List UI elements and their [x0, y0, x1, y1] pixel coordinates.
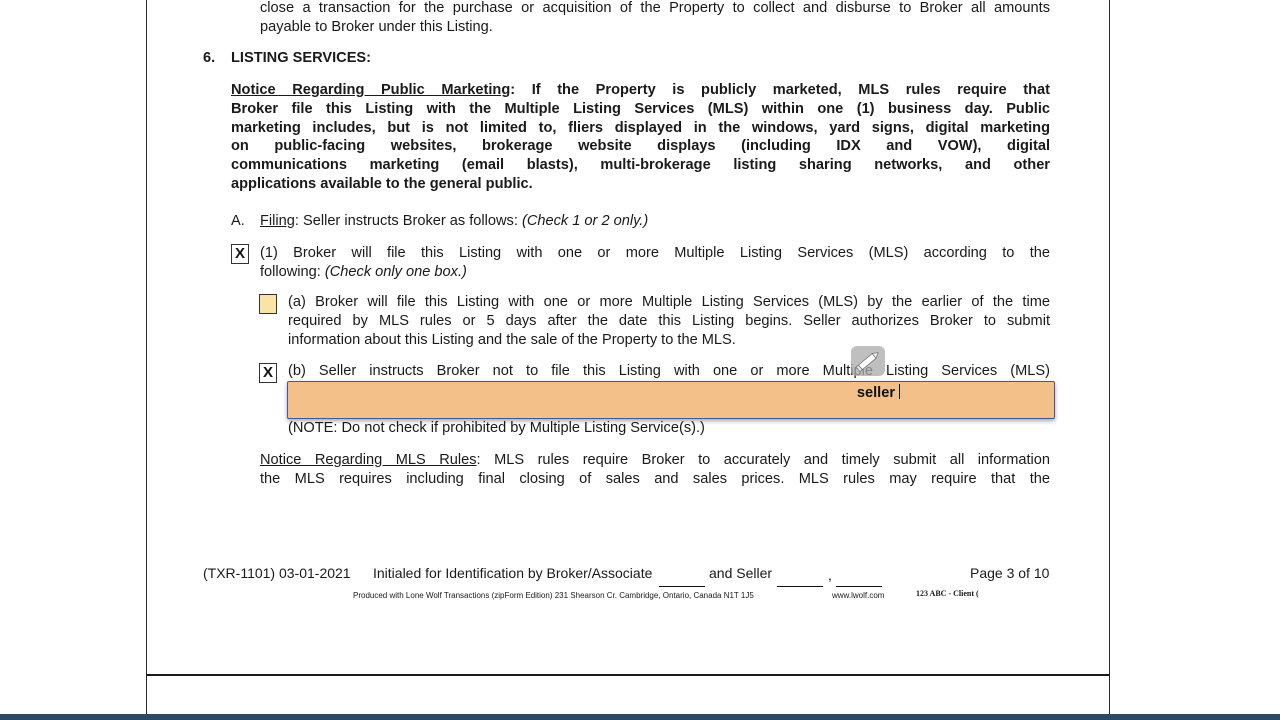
text-line: required by MLS rules or 5 days after th… [288, 312, 1050, 329]
text-line: information about this Listing and the s… [288, 331, 736, 348]
text-line: marketing includes, but is not limited t… [231, 119, 1050, 136]
option-b-note: (NOTE: Do not check if prohibited by Mul… [288, 420, 705, 436]
footer-comma: , [828, 567, 832, 583]
footer-form-id: (TXR-1101) 03-01-2021 [203, 565, 351, 581]
notice-mls-heading: Notice Regarding MLS Rules [260, 452, 477, 468]
text-line: (b) Seller instructs Broker not to file … [288, 363, 1050, 379]
section-title: LISTING SERVICES: [231, 50, 372, 66]
filing-text: : Seller instructs Broker as follows: [294, 213, 522, 229]
filing-label: Filing [260, 213, 295, 229]
option-1-text: (1) Broker will file this Listing with o… [260, 244, 1050, 282]
text-line: communications marketing (email blasts),… [231, 157, 1050, 174]
filing-hint: (Check 1 or 2 only.) [521, 213, 649, 229]
pencil-icon[interactable] [851, 346, 885, 376]
filing-instruction: Filing: Seller instructs Broker as follo… [260, 212, 648, 231]
footer-page-number: Page 3 of 10 [970, 565, 1050, 581]
footer-client: 123 ABC - Client ( [916, 589, 979, 598]
option-a-checkbox[interactable] [259, 294, 277, 314]
continuation-text: close a transaction for the purchase or … [260, 0, 1050, 37]
option-a-text: (a) Broker will file this Listing with o… [288, 293, 1050, 349]
text-line: following: [260, 263, 325, 280]
text-line: : MLS rules require Broker to accurately… [476, 452, 1050, 468]
broker-initials-blank[interactable] [659, 569, 705, 587]
footer-produced-with: Produced with Lone Wolf Transactions (zi… [353, 591, 754, 600]
footer-initialed: Initialed for Identification by Broker/A… [373, 565, 653, 581]
seller-initials-blank-2[interactable] [836, 569, 882, 587]
text-line: close a transaction for the purchase or … [260, 0, 1050, 16]
option-1-checkbox[interactable]: X [231, 244, 249, 264]
text-line: payable to Broker under this Listing. [260, 18, 493, 35]
option-1-hint: (Check only one box.) [324, 263, 467, 280]
seller-initials-blank-1[interactable] [777, 569, 823, 587]
seller-text-field[interactable]: seller [287, 381, 1055, 419]
viewer-bottom-bar [0, 714, 1280, 720]
option-b-text: (b) Seller instructs Broker not to file … [288, 362, 1050, 381]
text-caret [899, 384, 900, 399]
footer-and-seller: and Seller [709, 565, 773, 581]
footer-website: www.lwolf.com [832, 591, 885, 600]
notice-public-marketing: Notice Regarding Public Marketing: If th… [231, 81, 1050, 194]
text-line: (a) Broker will file this Listing with o… [288, 294, 1050, 310]
pencil-icon-glyph [855, 352, 879, 373]
seller-field-value: seller [857, 384, 900, 401]
next-page-top [146, 676, 1110, 714]
text-line: Broker file this Listing with the Multip… [231, 100, 1050, 117]
text-line: applications available to the general pu… [231, 175, 533, 192]
option-b-checkbox[interactable]: X [259, 363, 277, 383]
section-number: 6. [203, 50, 216, 66]
text-line: on public-facing websites, brokerage web… [231, 138, 1050, 155]
text-line: the MLS requires including final closing… [260, 470, 1050, 487]
text-line: : If the Property is publicly marketed, … [510, 82, 1050, 98]
text-line: (1) Broker will file this Listing with o… [260, 245, 1050, 261]
filing-letter: A. [231, 213, 245, 229]
notice-public-heading: Notice Regarding Public Marketing [231, 82, 511, 98]
notice-mls-rules: Notice Regarding MLS Rules: MLS rules re… [260, 451, 1050, 489]
field-value-text: seller [856, 385, 895, 401]
